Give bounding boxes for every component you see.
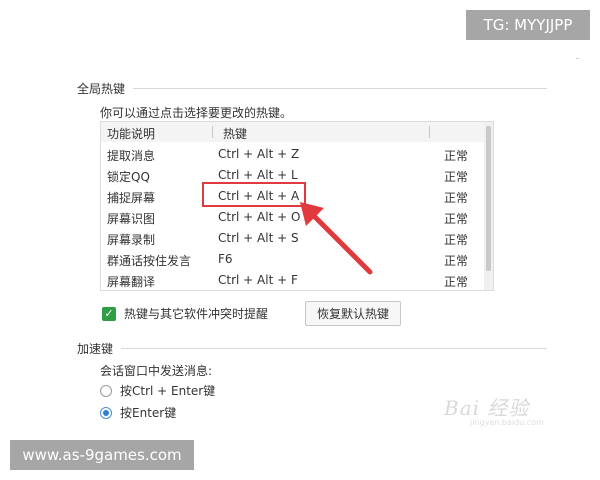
hotkey-function: 捕捉屏幕 <box>107 191 156 205</box>
hotkey-value[interactable]: Ctrl + Alt + S <box>218 231 299 245</box>
send-enter-option[interactable]: 按Enter键 <box>100 404 176 421</box>
decorative-dot <box>576 58 579 59</box>
hotkey-value[interactable]: Ctrl + Alt + Z <box>218 147 299 161</box>
restore-default-hotkeys-button[interactable]: 恢复默认热键 <box>305 301 401 326</box>
hotkey-status: 正常 <box>444 170 469 184</box>
hotkey-function: 群通话按住发言 <box>107 254 192 268</box>
red-arrow-icon <box>300 202 373 275</box>
hotkey-status: 正常 <box>444 275 469 289</box>
hotkey-row[interactable]: 提取消息 Ctrl + Alt + Z 正常 <box>101 144 485 165</box>
group-divider <box>133 88 547 89</box>
send-ctrl-enter-option[interactable]: 按Ctrl + Enter键 <box>100 382 215 399</box>
hotkey-list-header: 功能说明 热键 <box>101 122 485 142</box>
hotkey-value[interactable]: F6 <box>218 252 233 266</box>
tg-watermark: TG: MYYJJPP <box>466 10 590 40</box>
accelerator-keys-title-text: 加速键 <box>77 342 114 356</box>
hotkey-status: 正常 <box>444 254 469 268</box>
accelerator-keys-group-title: 加速键 <box>77 340 547 357</box>
global-hotkeys-title-text: 全局热键 <box>77 82 126 96</box>
send-enter-label: 按Enter键 <box>120 406 177 420</box>
conflict-reminder-checkbox[interactable]: ✓ 热键与其它软件冲突时提醒 <box>102 305 268 322</box>
hotkey-row[interactable]: 锁定QQ Ctrl + Alt + L 正常 <box>101 165 485 186</box>
hotkey-function: 屏幕翻译 <box>107 275 156 289</box>
global-hotkeys-group-title: 全局热键 <box>77 80 547 97</box>
column-header-hotkey[interactable]: 热键 <box>223 125 247 142</box>
checkmark-icon[interactable]: ✓ <box>102 306 116 321</box>
hotkey-status: 正常 <box>444 149 469 163</box>
scrollbar-thumb[interactable] <box>486 126 491 271</box>
column-header-function[interactable]: 功能说明 <box>107 125 155 142</box>
hotkey-status: 正常 <box>444 191 469 205</box>
column-separator <box>429 126 430 138</box>
conflict-reminder-label: 热键与其它软件冲突时提醒 <box>124 307 269 321</box>
hotkey-value[interactable]: Ctrl + Alt + A <box>218 189 299 203</box>
send-ctrl-enter-label: 按Ctrl + Enter键 <box>120 384 216 398</box>
list-scrollbar[interactable] <box>484 122 493 290</box>
hotkey-function: 提取消息 <box>107 149 156 163</box>
settings-panel: TG: MYYJJPP 全局热键 你可以通过点击选择要更改的热键。 功能说明 热… <box>0 0 600 480</box>
radio-unselected-icon[interactable] <box>100 384 112 397</box>
hotkey-value[interactable]: Ctrl + Alt + F <box>218 273 298 287</box>
baidu-watermark: Bai 经验 <box>444 396 530 420</box>
hotkey-value[interactable]: Ctrl + Alt + L <box>218 168 298 182</box>
column-separator <box>212 126 213 138</box>
hotkey-function: 屏幕识图 <box>107 212 156 226</box>
radio-selected-icon[interactable] <box>100 406 112 419</box>
hotkey-status: 正常 <box>444 212 469 226</box>
hotkey-function: 锁定QQ <box>107 170 150 184</box>
hotkey-value[interactable]: Ctrl + Alt + O <box>218 210 300 224</box>
group-divider <box>121 348 547 349</box>
send-message-description: 会话窗口中发送消息: <box>100 364 213 378</box>
hotkeys-description: 你可以通过点击选择要更改的热键。 <box>100 106 293 120</box>
hotkey-status: 正常 <box>444 233 469 247</box>
baidu-watermark-url: jingyan.baidu.com <box>470 418 544 427</box>
website-watermark: www.as-9games.com <box>10 440 194 470</box>
hotkey-function: 屏幕录制 <box>107 233 156 247</box>
